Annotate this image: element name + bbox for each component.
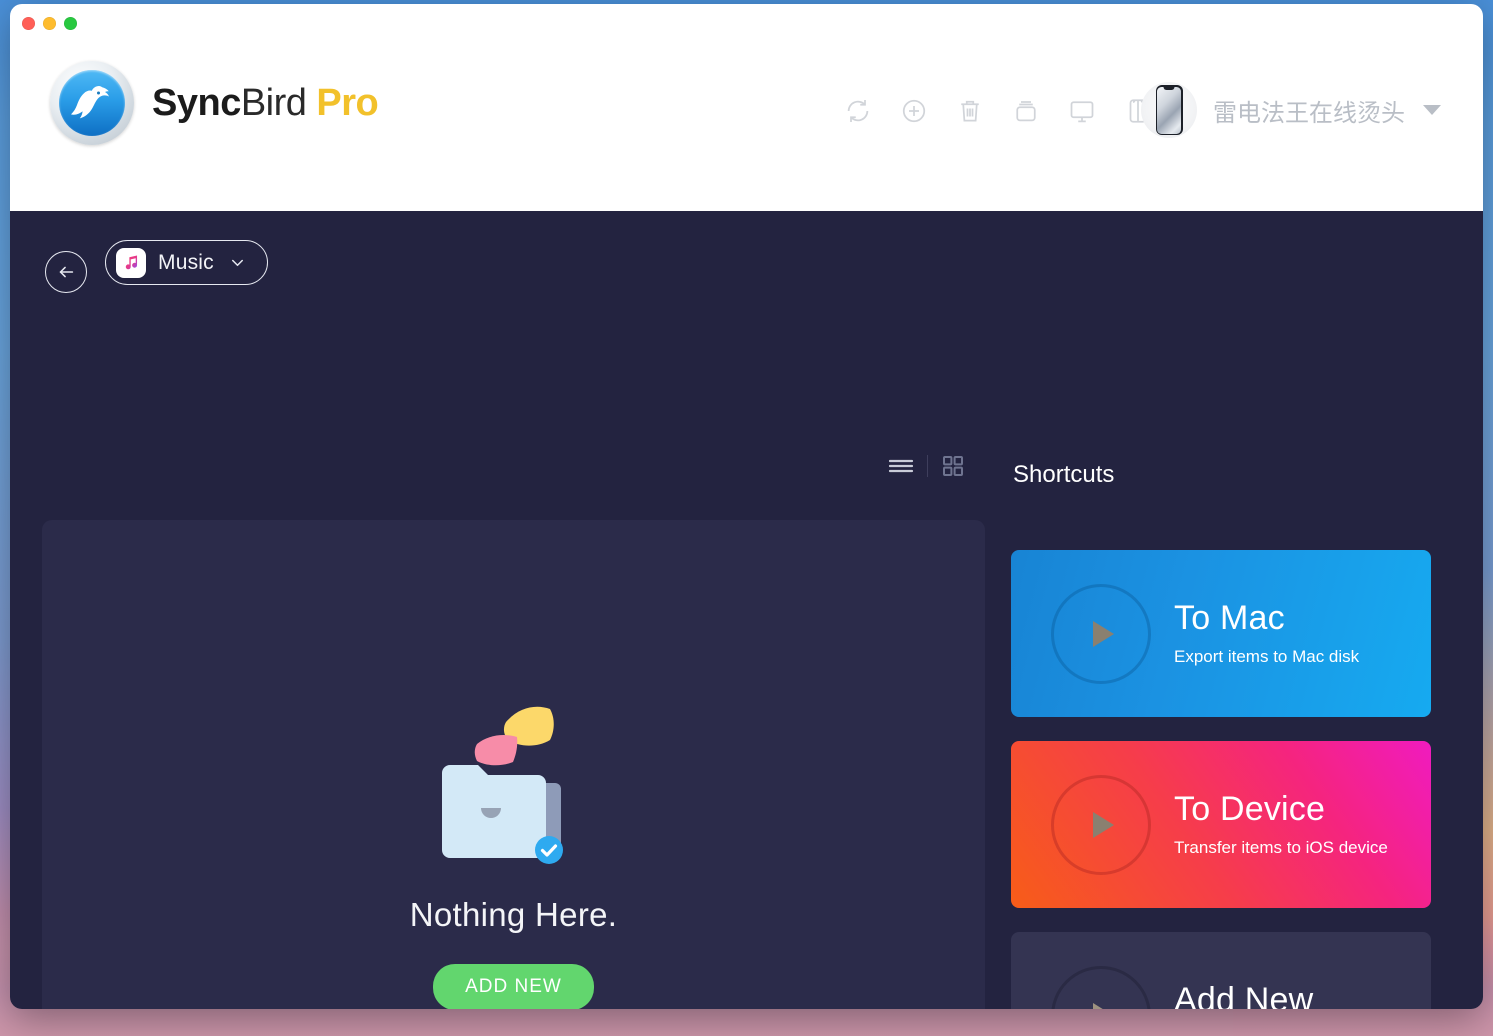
view-toggle bbox=[888, 454, 965, 478]
app-title-bird: Bird bbox=[240, 82, 307, 124]
chevron-down-icon[interactable] bbox=[228, 253, 247, 272]
app-body: Music Shortcuts Nothing Here. ADD NEW To… bbox=[10, 211, 1483, 1009]
view-toggle-divider bbox=[927, 455, 928, 477]
monitor-icon[interactable] bbox=[1067, 96, 1097, 126]
app-title: SyncBird Pro bbox=[152, 82, 379, 124]
traffic-lights bbox=[22, 17, 77, 30]
grid-view-icon[interactable] bbox=[941, 454, 965, 478]
close-button[interactable] bbox=[22, 17, 35, 30]
app-title-pro: Pro bbox=[316, 82, 379, 124]
apple-music-icon bbox=[116, 247, 146, 278]
content-panel: Nothing Here. ADD NEW bbox=[42, 520, 985, 1009]
device-name: 雷电法王在线烫头 bbox=[1213, 99, 1405, 127]
toolbar-icons bbox=[843, 96, 1153, 126]
app-logo bbox=[50, 61, 134, 145]
zoom-button[interactable] bbox=[64, 17, 77, 30]
shortcut-card-text: Add New Add new items to this device bbox=[1174, 981, 1389, 1009]
play-button-circle bbox=[1051, 583, 1151, 684]
empty-state-text: Nothing Here. bbox=[409, 895, 618, 933]
shortcuts-heading: Shortcuts bbox=[1013, 461, 1115, 488]
shortcut-card-subtitle: Transfer items to iOS device bbox=[1174, 837, 1388, 857]
avatar bbox=[1141, 82, 1197, 138]
shortcut-card-to-device[interactable]: To Device Transfer items to iOS device bbox=[1011, 741, 1431, 908]
bird-logo-icon bbox=[59, 70, 125, 136]
archive-box-icon[interactable] bbox=[1011, 96, 1041, 126]
empty-state: Nothing Here. ADD NEW bbox=[409, 678, 618, 1009]
add-new-button[interactable]: ADD NEW bbox=[433, 963, 594, 1009]
empty-folder-illustration bbox=[433, 678, 593, 868]
trash-icon[interactable] bbox=[955, 96, 985, 126]
iphone-thumbnail bbox=[1155, 85, 1183, 135]
category-toolbar: Music bbox=[10, 211, 1483, 307]
play-triangle-icon bbox=[1093, 1002, 1114, 1009]
app-title-sync: Sync bbox=[152, 82, 241, 124]
refresh-icon[interactable] bbox=[843, 96, 873, 126]
arrow-left-circle-icon bbox=[59, 266, 74, 278]
minimize-button[interactable] bbox=[43, 17, 56, 30]
list-view-icon[interactable] bbox=[888, 456, 914, 476]
category-label: Music bbox=[158, 250, 214, 274]
shortcut-card-add-new[interactable]: Add New Add new items to this device bbox=[1011, 932, 1431, 1009]
play-button-circle bbox=[1051, 965, 1151, 1009]
back-button[interactable] bbox=[45, 251, 87, 293]
chevron-down-icon[interactable] bbox=[1423, 105, 1441, 115]
shortcut-card-to-mac[interactable]: To Mac Export items to Mac disk bbox=[1011, 550, 1431, 717]
shortcut-card-text: To Device Transfer items to iOS device bbox=[1174, 790, 1388, 857]
play-triangle-icon bbox=[1093, 620, 1114, 647]
app-window: SyncBird Pro 雷电法王在线烫头 Music Shortcuts No… bbox=[10, 4, 1483, 1009]
shortcut-card-text: To Mac Export items to Mac disk bbox=[1174, 599, 1360, 666]
add-circle-icon[interactable] bbox=[899, 96, 929, 126]
titlebar: SyncBird Pro 雷电法王在线烫头 bbox=[10, 4, 1483, 211]
play-triangle-icon bbox=[1093, 811, 1114, 838]
shortcut-card-title: Add New bbox=[1174, 981, 1314, 1009]
category-dropdown[interactable]: Music bbox=[105, 240, 268, 285]
shortcut-card-title: To Mac bbox=[1174, 599, 1285, 638]
shortcuts-panel: To Mac Export items to Mac disk To Devic… bbox=[1011, 550, 1431, 1009]
device-selector[interactable]: 雷电法王在线烫头 bbox=[1141, 82, 1441, 138]
play-button-circle bbox=[1051, 774, 1151, 875]
shortcut-card-subtitle: Export items to Mac disk bbox=[1174, 646, 1360, 666]
shortcut-card-title: To Device bbox=[1174, 790, 1326, 829]
brand: SyncBird Pro bbox=[50, 61, 379, 145]
